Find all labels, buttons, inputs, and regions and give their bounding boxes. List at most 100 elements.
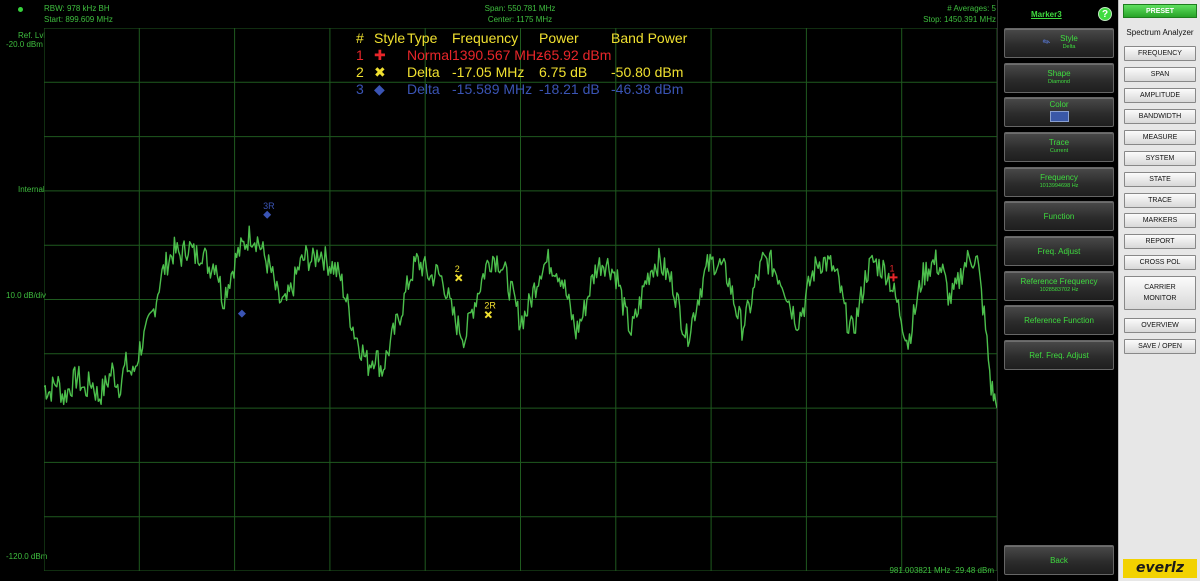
input-mode-label: Internal [18, 185, 45, 194]
plot-marker-1: 1 [889, 263, 898, 282]
marker-band-power: -50.80 dBm [611, 64, 684, 80]
marker-type: Delta [407, 81, 440, 97]
marker-number: 2 [356, 64, 364, 80]
stop-frequency: Stop: 1450.391 MHz [923, 15, 996, 24]
scale-label: 10.0 dB/div [6, 291, 47, 300]
plot-marker-3r: 3R [263, 201, 275, 219]
menu-bandwidth-button[interactable]: BANDWIDTH [1124, 109, 1196, 124]
trace-softkey[interactable]: Trace Current [1004, 132, 1114, 162]
marker-table-header: # Style Type Frequency Power Band Power [356, 30, 711, 47]
plot-marker-label: 1 [889, 263, 894, 273]
header-band-power: Band Power [611, 30, 688, 46]
reference-function-softkey[interactable]: Reference Function [1004, 305, 1114, 335]
ref-level-label: Ref. Lvl [18, 31, 46, 40]
menu-report-button[interactable]: REPORT [1124, 234, 1196, 249]
plus-marker-symbol [889, 273, 898, 282]
frequency-value: 1013994698 Hz [1039, 183, 1079, 189]
menu-markers-button[interactable]: MARKERS [1124, 213, 1196, 228]
menu-span-button[interactable]: SPAN [1124, 67, 1196, 82]
menu-state-button[interactable]: STATE [1124, 172, 1196, 187]
menu-save-open-button[interactable]: SAVE / OPEN [1124, 339, 1196, 354]
spectrum-plot[interactable]: 1 2 2R 3R [44, 28, 997, 571]
menu-overview-button[interactable]: OVERVIEW [1124, 318, 1196, 333]
freq-adjust-label: Freq. Adjust [1037, 247, 1081, 256]
reference-function-label: Reference Function [1024, 316, 1094, 325]
marker-number: 1 [356, 47, 364, 63]
color-softkey[interactable]: Color [1004, 97, 1114, 127]
marker-number: 3 [356, 81, 364, 97]
spectrum-display: RBW: 978 kHz BH Start: 899.609 MHz Span:… [0, 0, 1000, 581]
menu-frequency-button[interactable]: FREQUENCY [1124, 46, 1196, 61]
style-value: Delta [1062, 44, 1076, 50]
shape-softkey[interactable]: Shape Diamond [1004, 63, 1114, 93]
reference-frequency-label: Reference Frequency [1020, 277, 1098, 286]
style-softkey[interactable]: ✎ Style Delta [1004, 28, 1114, 58]
bottom-level-label: -120.0 dBm [6, 552, 48, 561]
menu-cross-pol-button[interactable]: CROSS POL [1124, 255, 1196, 270]
header-frequency: Frequency [452, 30, 519, 46]
evertz-logo: everlz [1123, 559, 1197, 578]
averages-readout: # Averages: 5 [947, 4, 996, 13]
help-icon[interactable]: ? [1098, 7, 1112, 21]
header-number: # [356, 30, 364, 46]
header-power: Power [539, 30, 579, 46]
function-label: Function [1043, 212, 1075, 221]
marker-panel-title[interactable]: Marker3 [1031, 10, 1062, 19]
cross-marker-symbol [455, 274, 463, 282]
marker-softkey-panel: Marker3 ? ✎ Style Delta Shape Diamond Co… [997, 0, 1118, 581]
menu-title: Spectrum Analyzer [1126, 28, 1194, 37]
ref-freq-adjust-softkey[interactable]: Ref. Freq. Adjust [1004, 340, 1114, 370]
diamond-marker-icon: ◆ [374, 81, 385, 97]
header-style: Style [374, 30, 406, 46]
marker-band-power: -46.38 dBm [611, 81, 684, 97]
menu-trace-button[interactable]: TRACE [1124, 193, 1196, 208]
marker-row-2[interactable]: 2 ✖ Delta -17.05 MHz 6.75 dB -50.80 dBm [356, 64, 711, 81]
menu-carrier-monitor-button[interactable]: CARRIER MONITOR [1124, 276, 1196, 310]
plot-marker-2r: 2R [484, 301, 496, 319]
start-frequency: Start: 899.609 MHz [44, 15, 113, 24]
marker-type: Normal [407, 47, 453, 63]
reference-frequency-value: 1028583702 Hz [1039, 287, 1079, 293]
freq-adjust-softkey[interactable]: Freq. Adjust [1004, 236, 1114, 266]
marker-frequency: -15.589 MHz [452, 81, 533, 97]
marker-band-power [611, 47, 711, 64]
plot-marker-2: 2 [455, 264, 463, 282]
spectrum-chart: 122R3R [44, 28, 997, 571]
plot-marker-label: 2R [484, 301, 496, 311]
trace-label: Trace [1048, 138, 1070, 147]
menu-amplitude-button[interactable]: AMPLITUDE [1124, 88, 1196, 103]
plot-marker-3 [237, 309, 246, 318]
cursor-readout: 981.003821 MHz -29.48 dBm [889, 566, 994, 575]
marker-table: # Style Type Frequency Power Band Power … [356, 30, 711, 98]
menu-measure-button[interactable]: MEASURE [1124, 130, 1196, 145]
ref-level-value: -20.0 dBm [6, 40, 43, 49]
marker-power: -65.92 dBm [539, 47, 612, 63]
trace-value: Current [1049, 148, 1069, 154]
status-indicator [18, 7, 23, 12]
center-frequency: Center: 1175 MHz [487, 15, 553, 24]
function-softkey[interactable]: Function [1004, 201, 1114, 231]
span-readout: Span: 550.781 MHz [484, 4, 556, 13]
color-swatch [1049, 111, 1069, 122]
back-button[interactable]: Back [1004, 545, 1114, 575]
preset-button[interactable]: PRESET [1123, 4, 1197, 18]
plot-marker-label: 2 [455, 264, 460, 274]
header-type: Type [407, 30, 438, 46]
cross-marker-icon: ✖ [374, 64, 386, 80]
marker-power: -18.21 dB [539, 81, 600, 97]
marker-row-1[interactable]: 1 ✚ Normal 1390.567 MHz -65.92 dBm [356, 47, 711, 64]
plus-marker-icon: ✚ [374, 47, 386, 63]
shape-label: Shape [1047, 69, 1071, 78]
marker-row-3[interactable]: 3 ◆ Delta -15.589 MHz -18.21 dB -46.38 d… [356, 81, 711, 98]
cross-marker-symbol [484, 310, 493, 319]
diamond-marker-symbol [263, 210, 272, 219]
frequency-softkey[interactable]: Frequency 1013994698 Hz [1004, 167, 1114, 197]
style-label: Style [1060, 34, 1078, 43]
rbw-readout: RBW: 978 kHz BH [44, 4, 110, 13]
menu-system-button[interactable]: SYSTEM [1124, 151, 1196, 166]
shape-value: Diamond [1047, 79, 1070, 85]
plot-marker-label: 3R [263, 201, 275, 211]
reference-frequency-softkey[interactable]: Reference Frequency 1028583702 Hz [1004, 271, 1114, 301]
main-menu: PRESET Spectrum Analyzer FREQUENCY SPAN … [1118, 0, 1200, 581]
frequency-label: Frequency [1040, 173, 1078, 182]
